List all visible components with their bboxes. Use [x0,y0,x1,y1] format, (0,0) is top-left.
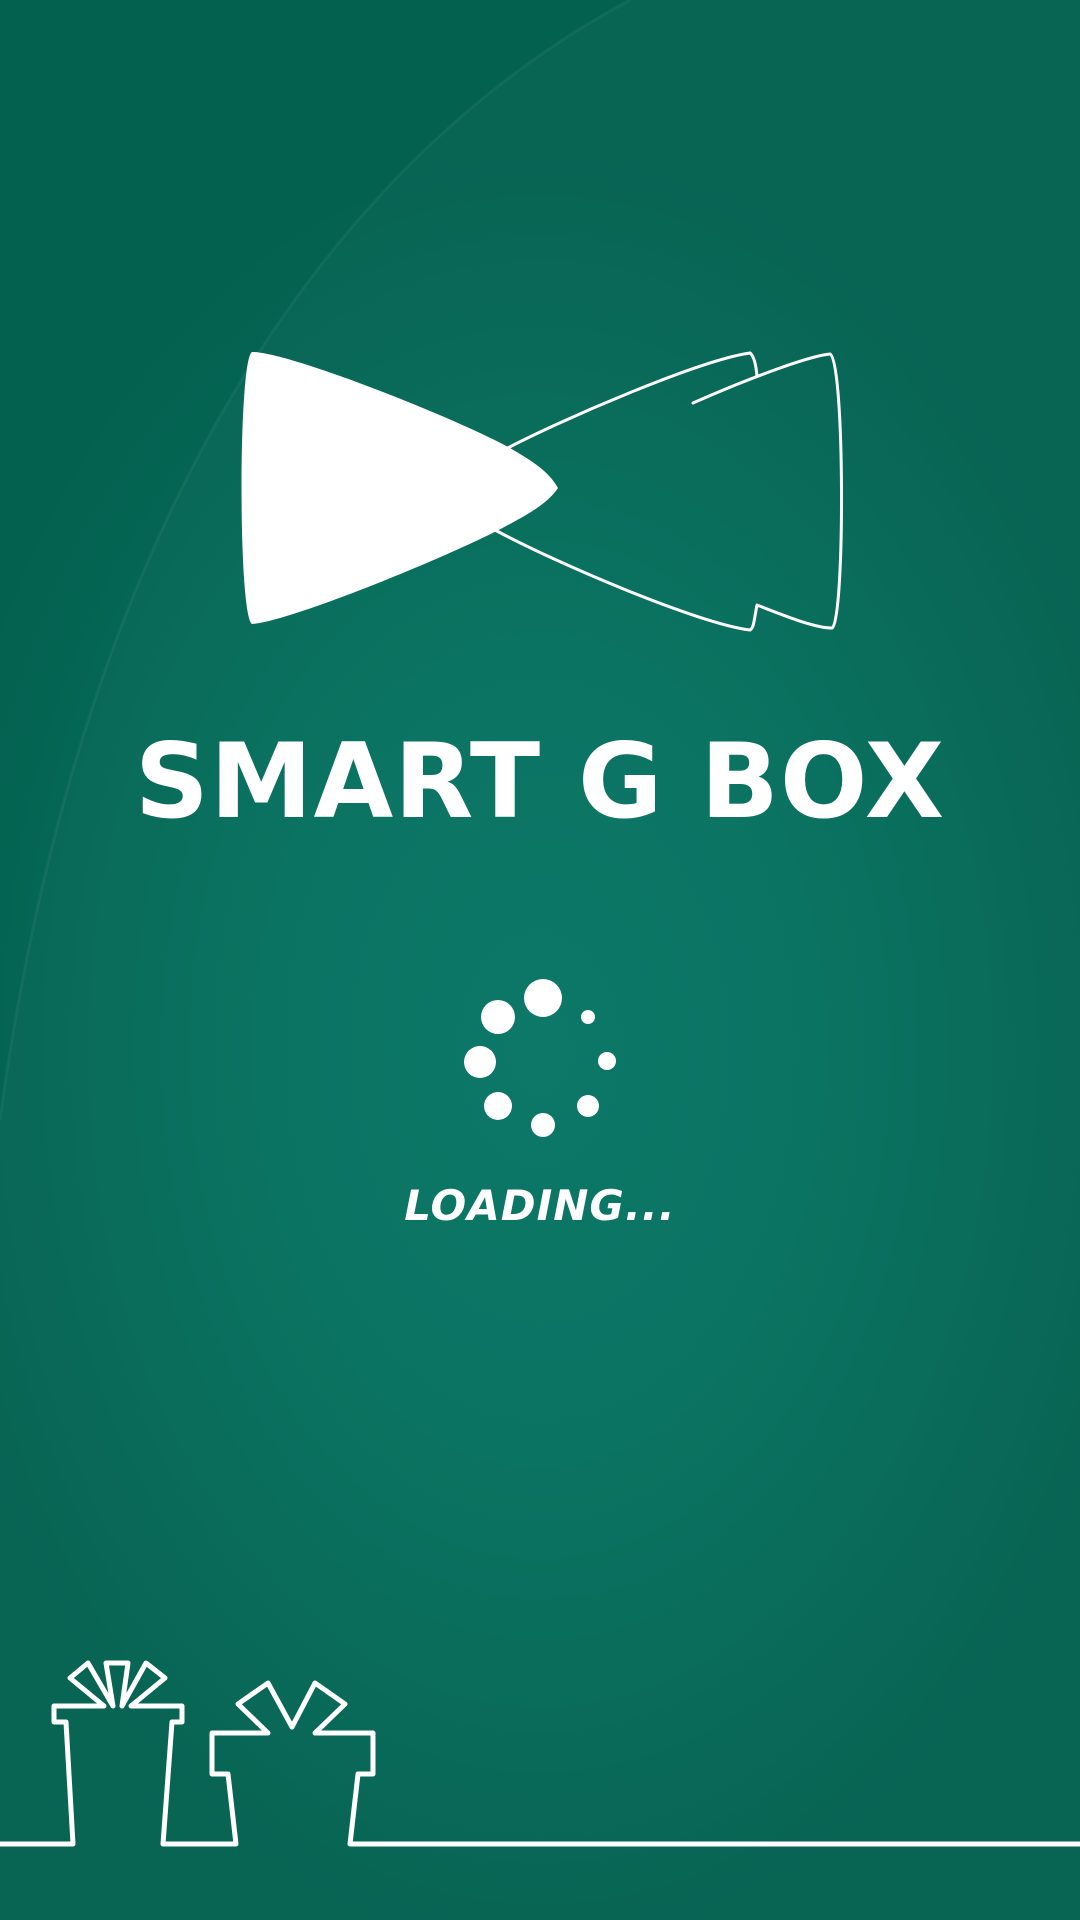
bow-tie-logo-icon [241,351,843,632]
loading-spinner-icon [464,979,616,1137]
app-title: SMART G BOX [134,722,946,842]
loading-label: LOADING... [404,1181,676,1230]
gift-boxes-outline-icon [0,1660,1080,1847]
